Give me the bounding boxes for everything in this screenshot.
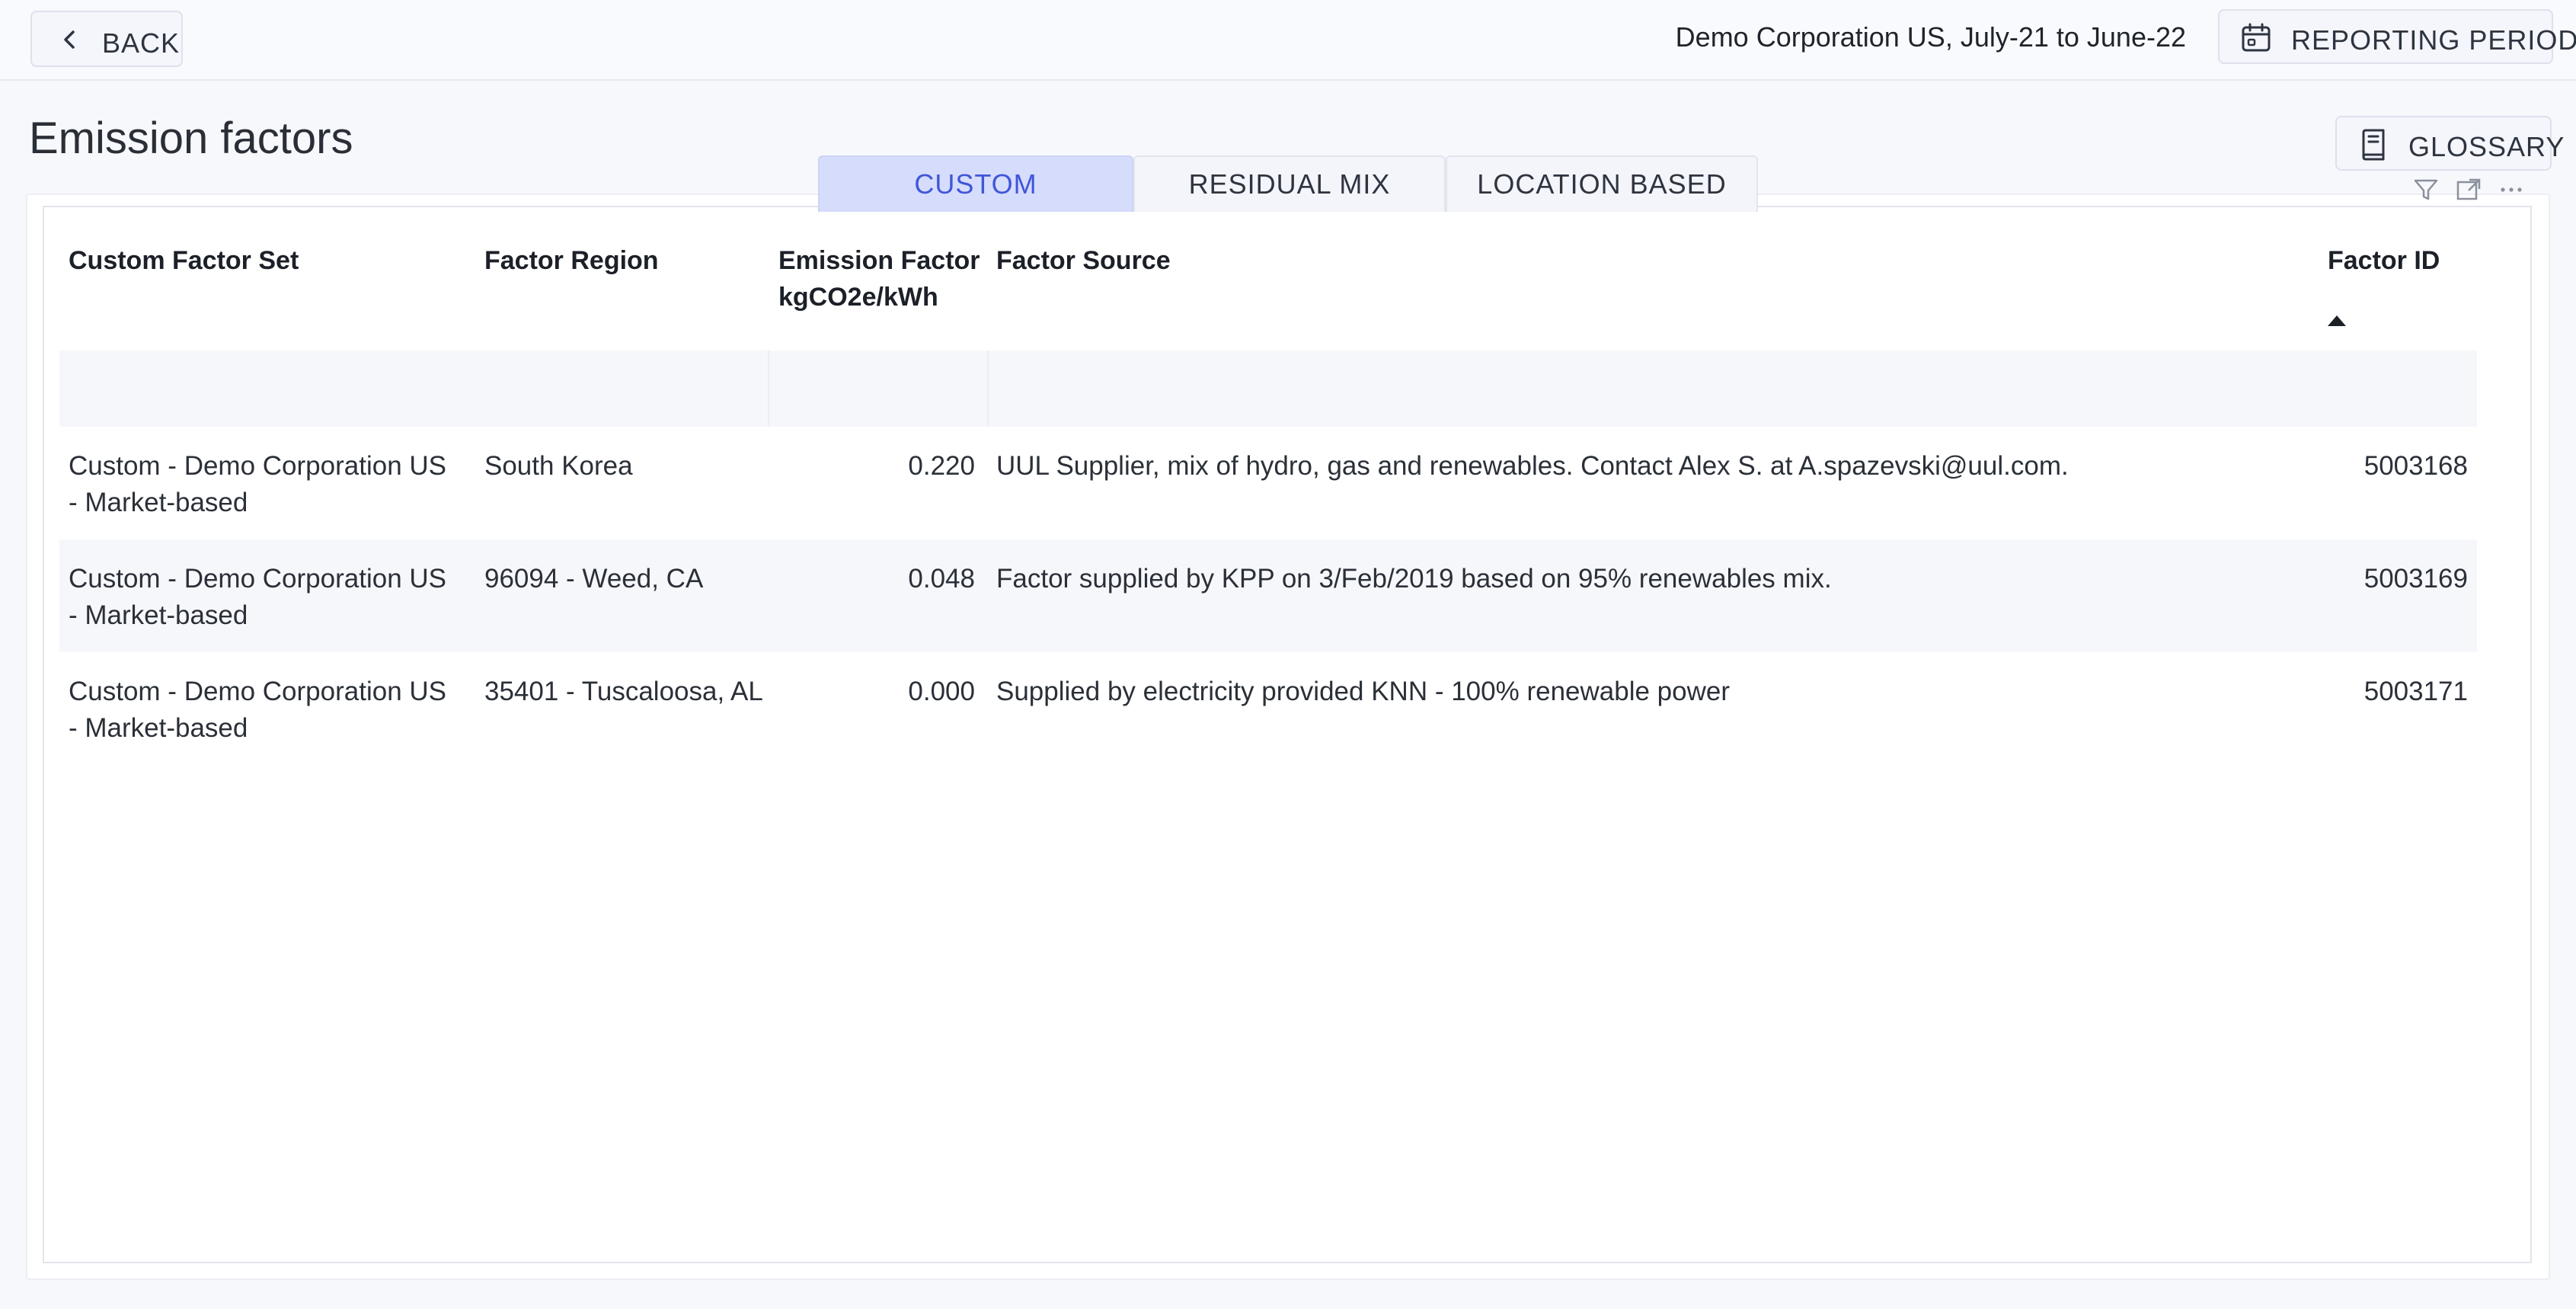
cell-factor-region: 35401 - Tuscaloosa, AL bbox=[484, 677, 763, 706]
cell-emission-factor: 0.000 bbox=[908, 677, 975, 706]
chevron-left-icon bbox=[64, 30, 75, 49]
column-divider bbox=[987, 350, 989, 427]
column-header-factor-source[interactable]: Factor Source bbox=[996, 242, 1171, 279]
glossary-label: GLOSSARY bbox=[2408, 131, 2565, 162]
table-row[interactable]: Custom - Demo Corporation US - Market-ba… bbox=[59, 652, 2477, 765]
tab-location-based[interactable]: LOCATION BASED bbox=[1446, 155, 1758, 212]
table-row[interactable]: Custom - Demo Corporation US - Market-ba… bbox=[59, 539, 2477, 652]
cell-factor-source: UUL Supplier, mix of hydro, gas and rene… bbox=[996, 451, 2069, 481]
emission-factor-header-line1: Emission Factor bbox=[778, 246, 980, 275]
page-title: Emission factors bbox=[29, 114, 353, 163]
factor-set-line2: - Market-based bbox=[69, 488, 248, 517]
tab-residual-mix[interactable]: RESIDUAL MIX bbox=[1133, 155, 1446, 212]
filter-icon[interactable] bbox=[2411, 177, 2440, 203]
visual-toolbar bbox=[2411, 177, 2526, 203]
back-button-label: BACK bbox=[102, 27, 181, 59]
reporting-period-label: REPORTING PERIOD bbox=[2291, 24, 2576, 56]
back-button[interactable]: BACK bbox=[30, 11, 183, 67]
factor-type-tabs: CUSTOM RESIDUAL MIX LOCATION BASED bbox=[818, 155, 1758, 212]
column-header-emission-factor[interactable]: Emission Factor kgCO2e/kWh bbox=[778, 242, 980, 315]
table-filter-row bbox=[59, 350, 2477, 427]
factor-set-line2: - Market-based bbox=[69, 600, 248, 630]
more-options-icon[interactable] bbox=[2497, 177, 2526, 203]
cell-factor-region: 96094 - Weed, CA bbox=[484, 564, 704, 594]
cell-emission-factor: 0.048 bbox=[908, 564, 975, 594]
column-header-factor-region[interactable]: Factor Region bbox=[484, 242, 659, 279]
factor-set-line1: Custom - Demo Corporation US bbox=[69, 677, 446, 706]
reporting-period-button[interactable]: REPORTING PERIOD bbox=[2218, 9, 2576, 64]
column-header-factor-set[interactable]: Custom Factor Set bbox=[69, 242, 299, 279]
column-divider bbox=[768, 350, 769, 427]
sort-ascending-icon[interactable] bbox=[2328, 315, 2346, 326]
cell-factor-set: Custom - Demo Corporation US - Market-ba… bbox=[69, 674, 465, 747]
column-header-factor-id[interactable]: Factor ID bbox=[2328, 242, 2440, 279]
cell-factor-source: Factor supplied by KPP on 3/Feb/2019 bas… bbox=[996, 564, 1832, 594]
organization-period-text: Demo Corporation US, July-21 to June-22 bbox=[1675, 21, 2186, 53]
tab-custom[interactable]: CUSTOM bbox=[818, 155, 1133, 212]
book-icon bbox=[2362, 129, 2385, 161]
glossary-button[interactable]: GLOSSARY bbox=[2335, 116, 2564, 171]
cell-factor-set: Custom - Demo Corporation US - Market-ba… bbox=[69, 448, 465, 521]
cell-factor-id: 5003171 bbox=[2363, 677, 2468, 706]
emission-factor-header-unit: kgCO2e/kWh bbox=[778, 283, 938, 312]
cell-factor-region: South Korea bbox=[484, 451, 633, 481]
factor-set-line1: Custom - Demo Corporation US bbox=[69, 564, 446, 594]
factor-set-line2: - Market-based bbox=[69, 713, 248, 743]
cell-factor-id: 5003168 bbox=[2363, 451, 2468, 481]
cell-factor-set: Custom - Demo Corporation US - Market-ba… bbox=[69, 561, 465, 634]
cell-factor-id: 5003169 bbox=[2363, 564, 2468, 594]
calendar-icon bbox=[2242, 23, 2271, 52]
factor-set-line1: Custom - Demo Corporation US bbox=[69, 451, 446, 481]
cell-emission-factor: 0.220 bbox=[908, 451, 975, 481]
top-bar: BACK Demo Corporation US, July-21 to Jun… bbox=[0, 0, 2576, 81]
table-row[interactable]: Custom - Demo Corporation US - Market-ba… bbox=[59, 427, 2477, 539]
expand-icon[interactable] bbox=[2454, 177, 2483, 203]
cell-factor-source: Supplied by electricity provided KNN - 1… bbox=[996, 677, 1730, 706]
